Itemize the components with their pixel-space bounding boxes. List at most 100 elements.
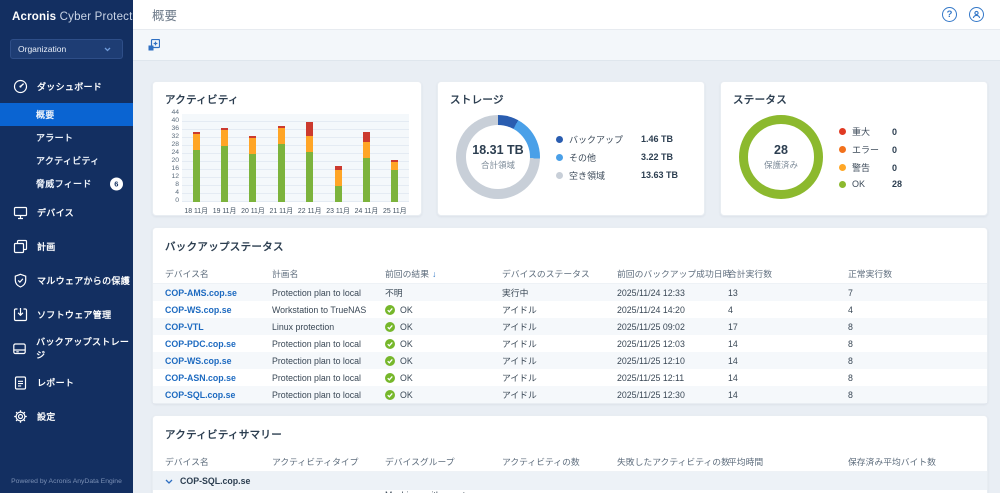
stacked-bar bbox=[249, 136, 256, 202]
sidebar-item-dashboard[interactable]: ダッシュボード bbox=[0, 69, 133, 103]
ok-runs-cell: 7 bbox=[848, 288, 975, 298]
bar-column bbox=[239, 114, 267, 202]
y-tick-label: 36 bbox=[171, 126, 179, 133]
sidebar-item-label: アクティビティ bbox=[36, 154, 100, 167]
legend-dot bbox=[839, 128, 846, 135]
device-link[interactable]: COP-ASN.cop.se bbox=[165, 373, 236, 383]
powered-by-text: Powered by Acronis AnyData Engine bbox=[0, 478, 133, 485]
sidebar-item-label: ダッシュボード bbox=[37, 80, 102, 93]
backup-status-rows: COP-AMS.cop.seProtection plan to local不明… bbox=[153, 284, 987, 403]
sidebar-item-backup-storage[interactable]: バックアップストレージ bbox=[0, 331, 133, 365]
bar-segment-warning bbox=[221, 130, 228, 146]
sidebar-item-label: バックアップストレージ bbox=[36, 335, 133, 361]
x-axis-label: 20 11月 bbox=[239, 205, 267, 215]
legend-value: 0 bbox=[892, 145, 897, 155]
sidebar-item-software-management[interactable]: ソフトウェア管理 bbox=[0, 297, 133, 331]
result-text: OK bbox=[400, 356, 413, 366]
table-row[interactable]: COP-AMS.cop.seProtection plan to local不明… bbox=[153, 284, 987, 301]
help-icon[interactable]: ? bbox=[942, 7, 957, 22]
column-header[interactable]: アクティビティタイプ bbox=[272, 455, 385, 468]
sidebar-item-settings[interactable]: 設定 bbox=[0, 399, 133, 433]
sidebar-item-alerts[interactable]: アラート bbox=[0, 126, 133, 149]
sidebar-item-activities[interactable]: アクティビティ bbox=[0, 149, 133, 172]
account-icon[interactable] bbox=[969, 7, 984, 22]
column-header[interactable]: デバイス名 bbox=[165, 267, 272, 280]
column-header[interactable]: 保存済み平均バイト数 bbox=[848, 455, 975, 468]
backup-status-title: バックアップステータス bbox=[153, 228, 987, 263]
column-header[interactable]: 失敗したアクティビティの数 bbox=[617, 455, 728, 468]
sidebar-item-malware-protection[interactable]: マルウェアからの保護 bbox=[0, 263, 133, 297]
device-link[interactable]: COP-WS.cop.se bbox=[165, 356, 231, 366]
status-widget-title: ステータス bbox=[733, 92, 975, 107]
sidebar-item-reports[interactable]: レポート bbox=[0, 365, 133, 399]
column-header[interactable]: デバイスグループ bbox=[385, 455, 502, 468]
sidebar-item-threat-feed[interactable]: 脅威フィード 6 bbox=[0, 172, 133, 195]
ok-check-icon bbox=[385, 356, 395, 366]
ok-runs-cell: 8 bbox=[848, 373, 975, 383]
organization-selector-label: Organization bbox=[18, 44, 66, 54]
device-link[interactable]: COP-WS.cop.se bbox=[165, 305, 231, 315]
total-runs-cell: 13 bbox=[728, 288, 848, 298]
column-header[interactable]: デバイス名 bbox=[165, 455, 272, 468]
column-header[interactable]: 前回のバックアップ成功日時 bbox=[617, 267, 728, 280]
table-row[interactable]: COP-WS.cop.seProtection plan to localOKア… bbox=[153, 352, 987, 369]
column-header[interactable]: デバイスのステータス bbox=[502, 267, 617, 280]
column-header[interactable]: 計画名 bbox=[272, 267, 385, 280]
column-header[interactable]: アクティビティの数 bbox=[502, 455, 617, 468]
y-tick-label: 24 bbox=[171, 150, 179, 157]
result-cell: OK bbox=[385, 356, 502, 366]
device-cell: COP-PDC.cop.se bbox=[165, 339, 272, 349]
total-runs-cell: 14 bbox=[728, 373, 848, 383]
bar-segment-warning bbox=[391, 162, 398, 170]
table-row[interactable]: COP-VTLLinux protectionOKアイドル2025/11/25 … bbox=[153, 318, 987, 335]
result-text: OK bbox=[400, 390, 413, 400]
storage-widget-title: ストレージ bbox=[450, 92, 692, 107]
activity-summary-group-row[interactable]: COP-SQL.cop.se bbox=[153, 472, 987, 490]
bar-segment-warning bbox=[335, 170, 342, 186]
ok-check-icon bbox=[385, 339, 395, 349]
bar-column bbox=[267, 114, 295, 202]
brand-name: Acronis bbox=[12, 11, 56, 23]
organization-selector[interactable]: Organization bbox=[10, 39, 123, 59]
storage-total-label: 合計領域 bbox=[481, 159, 515, 171]
device-link[interactable]: COP-SQL.cop.se bbox=[165, 390, 235, 400]
table-row[interactable]: COP-WS.cop.seWorkstation to TrueNASOKアイド… bbox=[153, 301, 987, 318]
column-header[interactable]: 平均時間 bbox=[728, 455, 848, 468]
legend-value: 1.46 TB bbox=[641, 134, 673, 144]
table-row[interactable]: COP-SQL.cop.seProtection plan to localOK… bbox=[153, 386, 987, 403]
sidebar-item-plans[interactable]: 計画 bbox=[0, 229, 133, 263]
device-cell: COP-WS.cop.se bbox=[165, 305, 272, 315]
legend-dot bbox=[556, 154, 563, 161]
add-widget-button[interactable] bbox=[148, 39, 160, 51]
bar-column bbox=[352, 114, 380, 202]
device-link[interactable]: COP-VTL bbox=[165, 322, 204, 332]
device-link[interactable]: COP-AMS.cop.se bbox=[165, 288, 237, 298]
activity-yaxis: 048121620242832364044 bbox=[165, 114, 182, 202]
device-link[interactable]: COP-PDC.cop.se bbox=[165, 339, 236, 349]
sidebar-item-label: 設定 bbox=[37, 410, 56, 423]
plan-cell: Protection plan to local bbox=[272, 373, 385, 383]
legend-label: バックアップ bbox=[569, 133, 641, 146]
result-cell: OK bbox=[385, 322, 502, 332]
device-cell: COP-VTL bbox=[165, 322, 272, 332]
sidebar-item-overview[interactable]: 概要 bbox=[0, 103, 133, 126]
sidebar-menu: ダッシュボード 概要 アラート アクティビティ 脅威フィード 6 デバイス 計画 bbox=[0, 69, 133, 433]
status-legend-item: 重大0 bbox=[839, 125, 902, 138]
table-row[interactable]: COP-ASN.cop.seProtection plan to localOK… bbox=[153, 369, 987, 386]
sidebar-item-devices[interactable]: デバイス bbox=[0, 195, 133, 229]
table-row[interactable]: COP-PDC.cop.seProtection plan to localOK… bbox=[153, 335, 987, 352]
storage-legend-item: その他3.22 TB bbox=[556, 151, 678, 164]
column-header[interactable]: 合計実行数 bbox=[728, 267, 848, 280]
y-tick-label: 4 bbox=[175, 190, 179, 197]
legend-label: その他 bbox=[569, 151, 641, 164]
status-count-label: 保護済み bbox=[764, 159, 798, 171]
x-axis-label: 25 11月 bbox=[381, 205, 409, 215]
bar-column bbox=[210, 114, 238, 202]
legend-value: 13.63 TB bbox=[641, 170, 678, 180]
activity-bars bbox=[182, 114, 409, 202]
last-success-cell: 2025/11/24 12:33 bbox=[617, 288, 728, 298]
column-header[interactable]: 正常実行数 bbox=[848, 267, 975, 280]
gear-icon bbox=[12, 409, 28, 424]
sort-desc-arrow: ↓ bbox=[432, 269, 436, 279]
column-header[interactable]: 前回の結果↓ bbox=[385, 267, 502, 280]
